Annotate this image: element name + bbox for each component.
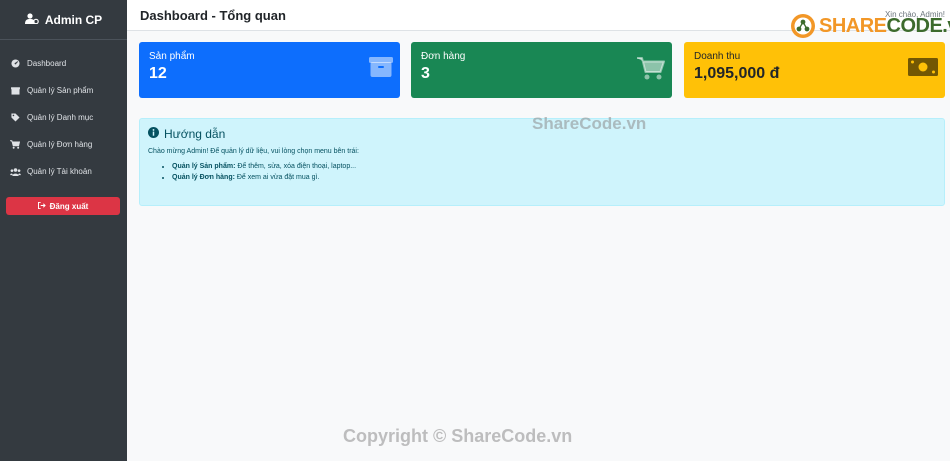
logout-button[interactable]: Đăng xuất: [6, 197, 120, 215]
sidebar-item-label: Quản lý Đơn hàng: [27, 140, 93, 149]
sidebar-item-dashboard[interactable]: Dashboard: [0, 50, 127, 77]
guide-intro: Chào mừng Admin! Để quản lý dữ liệu, vui…: [148, 148, 359, 155]
gauge-icon: [9, 59, 21, 69]
sidebar-item-label: Dashboard: [27, 59, 67, 68]
info-circle-icon: [148, 127, 159, 141]
brand: Admin CP: [0, 0, 127, 40]
sign-out-icon: [37, 201, 46, 211]
list-item: Quản lý Sản phẩm: Để thêm, sửa, xóa điện…: [172, 163, 936, 170]
money-icon: [908, 56, 938, 83]
stat-value: 3: [421, 65, 430, 82]
sharecode-logo: SHARECODE.vn: [790, 13, 950, 39]
tag-icon: [9, 113, 21, 123]
sidebar: Admin CP Dashboard Quản lý Sản phẩm Quản…: [0, 0, 127, 461]
list-item-title: Quản lý Đơn hàng:: [172, 174, 235, 181]
sidebar-item-label: Quản lý Sản phẩm: [27, 86, 94, 95]
sidebar-item-label: Quản lý Tài khoản: [27, 167, 92, 176]
cart-icon: [637, 56, 665, 85]
box-icon: [369, 56, 393, 83]
list-item-text: Để thêm, sửa, xóa điện thoại, laptop...: [235, 163, 357, 170]
stat-value: 1,095,000 đ: [694, 65, 780, 82]
list-item-text: Để xem ai vừa đặt mua gì.: [234, 174, 320, 181]
watermark-copyright: Copyright © ShareCode.vn: [343, 426, 573, 446]
list-item-title: Quản lý Sản phẩm:: [172, 163, 236, 170]
stat-card-products: Sản phẩm 12: [139, 42, 400, 98]
stat-label: Đơn hàng: [421, 51, 466, 62]
sidebar-item-orders[interactable]: Quản lý Đơn hàng: [0, 131, 127, 158]
brand-title: Admin CP: [44, 12, 103, 27]
sidebar-item-categories[interactable]: Quản lý Danh mục: [0, 104, 127, 131]
page-title: Dashboard - Tổng quan: [140, 8, 286, 23]
sidebar-item-accounts[interactable]: Quản lý Tài khoản: [0, 158, 127, 185]
guide-title: Hướng dẫn: [164, 127, 226, 141]
sharecode-logo-text: SHARECODE.vn: [819, 14, 950, 37]
stat-label: Doanh thu: [694, 51, 741, 62]
user-gear-icon: [24, 11, 39, 29]
sidebar-item-products[interactable]: Quản lý Sản phẩm: [0, 77, 127, 104]
sidebar-item-label: Quản lý Danh mục: [27, 113, 94, 122]
users-icon: [9, 167, 21, 177]
sidebar-nav: Dashboard Quản lý Sản phẩm Quản lý Danh …: [0, 40, 127, 185]
stat-card-orders: Đơn hàng 3: [411, 42, 672, 98]
box-icon: [9, 86, 21, 96]
stat-card-revenue: Doanh thu 1,095,000 đ: [684, 42, 945, 98]
stat-value: 12: [149, 65, 167, 82]
guide-list: Quản lý Sản phẩm: Để thêm, sửa, xóa điện…: [148, 163, 936, 181]
watermark-center: ShareCode.vn: [532, 114, 647, 133]
stat-label: Sản phẩm: [149, 51, 195, 62]
sharecode-logo-icon: [791, 14, 815, 38]
list-item: Quản lý Đơn hàng: Để xem ai vừa đặt mua …: [172, 174, 936, 181]
cart-icon: [9, 140, 21, 150]
logout-label: Đăng xuất: [49, 201, 89, 211]
